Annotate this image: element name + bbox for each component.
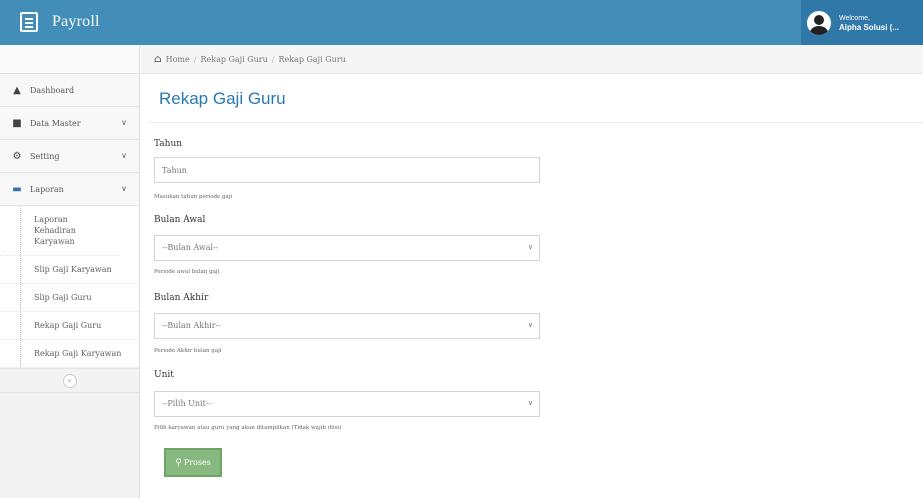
bulan-akhir-label: Bulan Akhir: [154, 293, 209, 303]
bulan-awal-label: Bulan Awal: [154, 215, 206, 225]
bulan-akhir-select[interactable]: --Bulan Akhir-- ∨: [154, 313, 540, 339]
unit-select[interactable]: --Pilih Unit-- ∨: [154, 391, 540, 417]
chevron-down-icon: ∨: [527, 243, 533, 251]
breadcrumb-home[interactable]: Home: [166, 55, 190, 64]
top-navbar: Payroll Welcome, Alpha Solusi (...: [0, 0, 923, 45]
sidebar-collapse: «: [0, 369, 139, 393]
user-name: Alpha Solusi (...: [839, 22, 900, 32]
sidebar-item-label: Laporan: [30, 184, 64, 194]
sidebar-item-laporan[interactable]: ▬ Laporan ∨: [0, 173, 139, 206]
sidebar-item-label: Setting: [30, 151, 60, 161]
chevron-down-icon: ∨: [121, 184, 127, 193]
breadcrumb-separator: /: [271, 54, 275, 64]
submenu-item-slip-gaji-guru[interactable]: Slip Gaji Guru: [0, 284, 139, 312]
page-title: Rekap Gaji Guru: [159, 89, 286, 108]
tahun-label: Tahun: [154, 139, 183, 149]
sidebar-shortcuts: [0, 45, 139, 74]
submenu-item-rekap-gaji-guru[interactable]: Rekap Gaji Guru: [0, 312, 139, 340]
sidebar: ▲ Dashboard ■ Data Master ∨ ⚙ Setting ∨ …: [0, 45, 140, 498]
chevron-down-icon: ∨: [121, 118, 127, 127]
unit-label: Unit: [154, 370, 174, 380]
tahun-input[interactable]: [154, 157, 540, 183]
main-content: Rekap Gaji Guru Tahun Masukan tahun peri…: [141, 75, 923, 498]
book-icon: ▬: [12, 183, 22, 195]
sidebar-item-dashboard[interactable]: ▲ Dashboard: [0, 74, 139, 107]
breadcrumb-separator: /: [193, 54, 197, 64]
proses-button[interactable]: ⚲ Proses: [164, 448, 222, 477]
sidebar-item-label: Data Master: [30, 118, 81, 128]
dashboard-icon: ▲: [13, 84, 21, 96]
proses-button-label: Proses: [183, 458, 211, 467]
unit-value: --Pilih Unit--: [162, 399, 212, 408]
bulan-awal-value: --Bulan Awal--: [162, 243, 219, 252]
laporan-submenu: Laporan Kehadiran Karyawan Slip Gaji Kar…: [0, 206, 139, 369]
avatar-icon: [807, 10, 831, 35]
sidebar-item-setting[interactable]: ⚙ Setting ∨: [0, 140, 139, 173]
submenu-item-laporan-kehadiran[interactable]: Laporan Kehadiran Karyawan: [0, 206, 120, 256]
breadcrumb: ⌂ Home / Rekap Gaji Guru / Rekap Gaji Gu…: [141, 45, 923, 74]
search-icon: ⚲: [175, 457, 182, 468]
sidebar-item-label: Dashboard: [30, 85, 75, 95]
chevron-down-icon: ∨: [527, 321, 533, 329]
double-chevron-left-icon[interactable]: «: [62, 373, 77, 388]
list-icon: [20, 12, 38, 32]
submenu-item-rekap-gaji-karyawan[interactable]: Rekap Gaji Karyawan: [0, 340, 139, 368]
submenu-item-slip-gaji-karyawan[interactable]: Slip Gaji Karyawan: [0, 256, 139, 284]
chevron-down-icon: ∨: [527, 399, 533, 407]
gears-icon: ⚙: [12, 150, 22, 162]
home-icon: ⌂: [154, 53, 162, 65]
breadcrumb-item[interactable]: Rekap Gaji Guru: [200, 55, 267, 64]
user-icon: ■: [12, 117, 22, 129]
title-divider: [149, 122, 923, 123]
sidebar-item-data-master[interactable]: ■ Data Master ∨: [0, 107, 139, 140]
tahun-help: Masukan tahun periode gaji: [154, 194, 233, 200]
brand-text: Payroll: [52, 13, 100, 30]
chevron-down-icon: ∨: [121, 151, 127, 160]
bulan-akhir-value: --Bulan Akhir--: [162, 321, 222, 330]
bulan-awal-select[interactable]: --Bulan Awal-- ∨: [154, 235, 540, 261]
unit-help: Pilih karyawan atau guru yang akan ditam…: [154, 425, 342, 431]
welcome-text: Welcome,: [839, 14, 870, 22]
bulan-akhir-help: Periode Akhir bulan gaji: [154, 348, 222, 354]
brand-link[interactable]: Payroll: [20, 12, 100, 32]
bulan-awal-help: Periode awal bulan gaji: [154, 269, 220, 275]
user-menu[interactable]: Welcome, Alpha Solusi (...: [801, 0, 923, 45]
breadcrumb-current: Rekap Gaji Guru: [278, 54, 346, 64]
